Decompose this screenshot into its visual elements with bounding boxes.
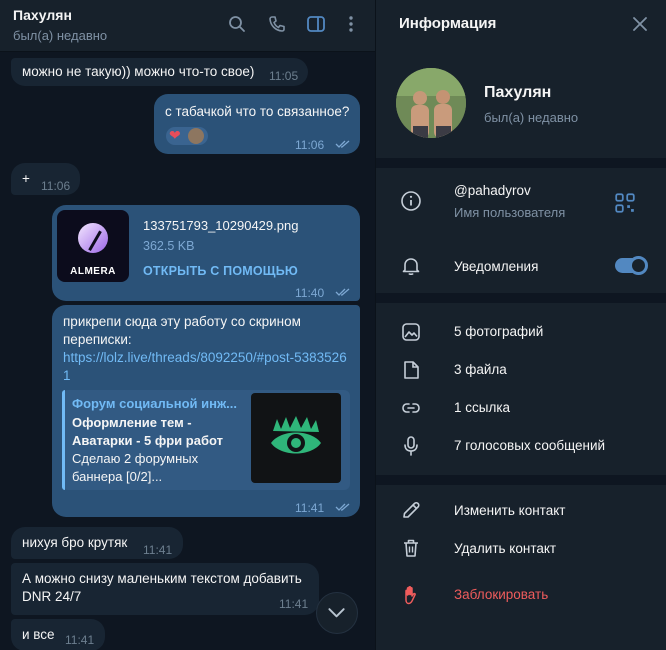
message-time: 11:40 [295, 286, 325, 300]
preview-description-line: Сделаю 2 форумных [72, 451, 199, 466]
message-incoming[interactable]: можно не такую)) можно что-то свое) 11:0… [11, 58, 308, 86]
file-icon [400, 359, 422, 381]
message-text-line: DNR 24/7 [22, 589, 82, 604]
scroll-down-button[interactable] [316, 592, 358, 634]
section-separator [376, 293, 666, 303]
message-incoming[interactable]: и все 11:41 [11, 619, 105, 650]
bell-icon [400, 255, 422, 277]
trash-icon [400, 537, 422, 559]
message-file[interactable]: ALMERA 133751793_10290429.png 362.5 KB О… [52, 205, 360, 301]
sidebar-toggle-icon[interactable] [306, 14, 326, 34]
read-checkmarks-icon [335, 503, 350, 511]
message-time: 11:41 [295, 501, 325, 515]
more-vertical-icon[interactable] [341, 14, 361, 34]
message-text: можно не такую)) можно что-то свое) [22, 64, 255, 79]
avatar[interactable] [396, 68, 466, 138]
message-text: нихуя бро крутяк [22, 535, 128, 550]
read-checkmarks-icon [335, 140, 350, 148]
chevron-down-icon [328, 608, 345, 618]
hand-stop-icon [400, 584, 422, 606]
files-link[interactable]: 3 файла [454, 362, 507, 377]
file-size: 362.5 KB [143, 239, 195, 253]
message-time: 11:06 [41, 179, 71, 193]
section-separator [376, 158, 666, 168]
block-contact-button[interactable]: Заблокировать [454, 587, 548, 602]
pencil-icon [400, 499, 422, 521]
message-text-line: А можно снизу маленьким текстом добавить [22, 571, 302, 586]
preview-description-line: баннера [0/2]... [72, 469, 163, 484]
microphone-icon [400, 435, 422, 457]
notifications-toggle[interactable] [615, 256, 648, 275]
toggle-knob [629, 256, 648, 275]
open-with-button[interactable]: ОТКРЫТЬ С ПОМОЩЬЮ [143, 262, 298, 280]
delete-contact-button[interactable]: Удалить контакт [454, 541, 556, 556]
message-time: 11:41 [279, 597, 309, 611]
info-icon [400, 190, 422, 212]
avatar-reaction [188, 128, 204, 144]
preview-site: Форум социальной инж... [72, 396, 238, 411]
message-text: с табачкой что то связанное? [165, 104, 350, 119]
edit-contact-button[interactable]: Изменить контакт [454, 503, 565, 518]
message-text-line: переписки: [63, 332, 132, 347]
link-icon [400, 397, 422, 419]
preview-title-line: Аватарки - 5 фри работ [72, 433, 223, 448]
message-time: 11:06 [295, 138, 325, 152]
notifications-label: Уведомления [454, 259, 539, 274]
phone-icon[interactable] [267, 14, 287, 34]
chat-status: был(а) недавно [13, 28, 108, 43]
preview-title-line: Оформление тем - [72, 415, 192, 430]
message-incoming[interactable]: + 11:06 [11, 163, 80, 195]
username-link[interactable]: @pahadyrov [454, 183, 531, 198]
panel-title: Информация [399, 15, 497, 32]
link-preview[interactable]: Форум социальной инж... Оформление тем -… [62, 390, 350, 490]
photos-link[interactable]: 5 фотографий [454, 324, 543, 339]
reactions[interactable]: ❤ [166, 127, 208, 145]
chat-area: Пахулян был(а) недавно можно не такую)) … [0, 0, 375, 650]
heart-reaction: ❤ [169, 127, 181, 143]
message-link[interactable]: прикрепи сюда эту работу со скрином пере… [52, 305, 360, 517]
qr-code-icon[interactable] [614, 192, 635, 213]
section-separator [376, 475, 666, 485]
read-checkmarks-icon [335, 288, 350, 296]
file-thumbnail[interactable]: ALMERA [57, 210, 129, 282]
profile-name: Пахулян [484, 84, 552, 101]
chat-title[interactable]: Пахулян [13, 7, 72, 23]
photo-icon [400, 321, 422, 343]
panel-divider [375, 0, 376, 650]
links-link[interactable]: 1 ссылка [454, 400, 510, 415]
message-text: + [22, 171, 30, 186]
message-outgoing[interactable]: с табачкой что то связанное? ❤ 11:06 [154, 94, 360, 154]
preview-image [251, 393, 341, 483]
message-incoming[interactable]: нихуя бро крутяк 11:41 [11, 527, 183, 559]
message-link-url-cont[interactable]: 1 [63, 367, 71, 385]
voice-messages-link[interactable]: 7 голосовых сообщений [454, 438, 605, 453]
chat-header: Пахулян был(а) недавно [0, 0, 375, 52]
message-link-url[interactable]: https://lolz.live/threads/8092250/#post-… [63, 349, 347, 367]
message-time: 11:05 [269, 69, 299, 83]
message-incoming[interactable]: А можно снизу маленьким текстом добавить… [11, 563, 319, 615]
profile-status: был(а) недавно [484, 110, 579, 125]
thumbnail-label: ALMERA [70, 266, 116, 277]
message-text-line: прикрепи сюда эту работу со скрином [63, 314, 301, 329]
search-icon[interactable] [227, 14, 247, 34]
file-name: 133751793_10290429.png [143, 218, 299, 233]
profile-photo [396, 68, 466, 138]
message-text: и все [22, 627, 55, 642]
preview-accent-bar [62, 390, 65, 490]
close-icon[interactable] [631, 15, 649, 33]
username-label: Имя пользователя [454, 205, 566, 220]
eye-logo-icon [271, 416, 321, 454]
message-time: 11:41 [143, 543, 173, 557]
message-time: 11:41 [65, 633, 95, 647]
